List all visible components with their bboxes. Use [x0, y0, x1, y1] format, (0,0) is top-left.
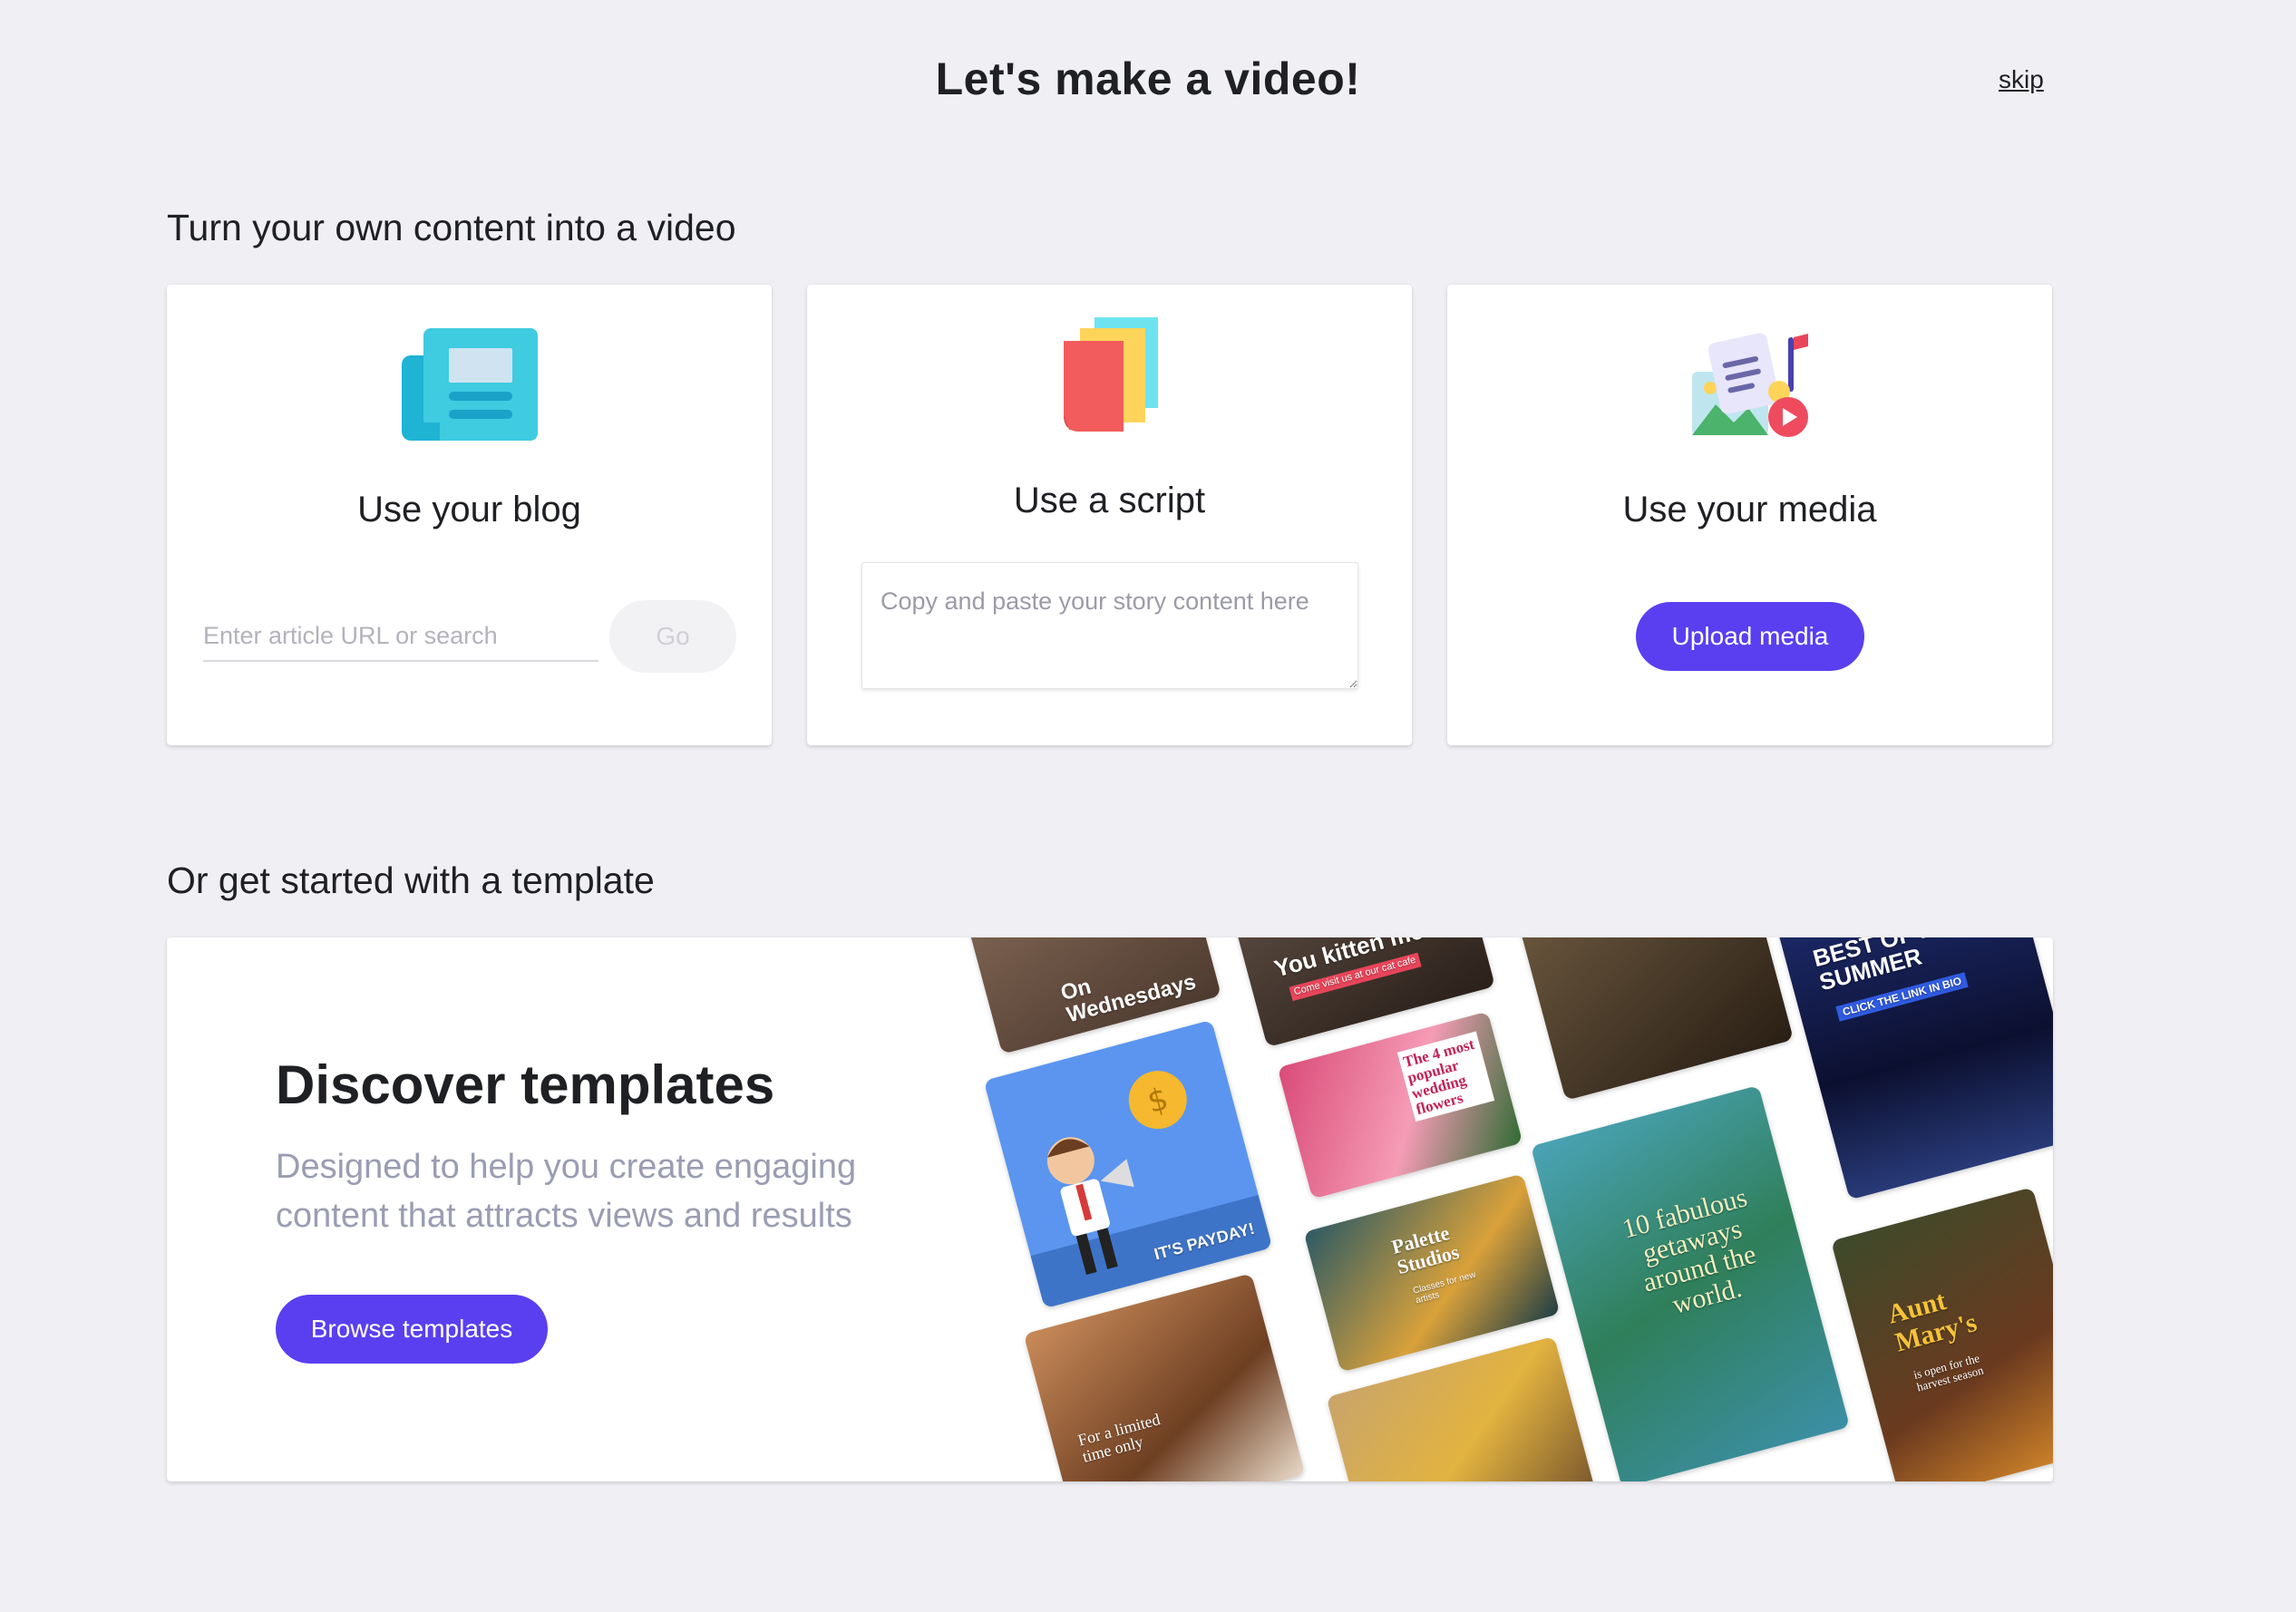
template-tile-summer[interactable]: BEST OF FOR SUMMER CLICK THE LINK IN BIO: [1775, 937, 2053, 1200]
go-button[interactable]: Go: [609, 600, 736, 673]
tile-subtext-aunt-marys: is open for the harvest season: [1912, 1351, 1985, 1394]
media-card: Use your media Upload media: [1447, 285, 2052, 745]
template-tile-palette[interactable]: Palette Studios Classes for new artists: [1303, 1173, 1561, 1373]
upload-media-button[interactable]: Upload media: [1636, 602, 1864, 671]
media-collage-icon: [1691, 333, 1808, 437]
template-tile-dance[interactable]: [1513, 937, 1795, 1101]
blog-card-title: Use your blog: [357, 490, 581, 529]
skip-link[interactable]: skip: [1999, 65, 2044, 94]
template-collage: On Wednesdays $ IT'S PAYDAY! For a limit…: [947, 937, 2053, 1481]
template-banner[interactable]: Discover templates Designed to help you …: [167, 937, 2053, 1481]
browse-templates-button[interactable]: Browse templates: [276, 1295, 548, 1364]
tile-text-limited: For a limited time only: [1075, 1410, 1163, 1466]
tile-text-flowers: The 4 most popular wedding flowers: [1396, 1031, 1495, 1122]
template-collage-grid: On Wednesdays $ IT'S PAYDAY! For a limit…: [947, 937, 2053, 1481]
url-input-wrapper: [203, 611, 598, 662]
banner-subtitle: Designed to help you create engaging con…: [276, 1148, 857, 1235]
tile-text-palette: Palette Studios: [1388, 1221, 1462, 1279]
template-tile-payday[interactable]: $ IT'S PAYDAY!: [983, 1019, 1273, 1309]
media-card-title: Use your media: [1622, 490, 1877, 529]
page-title: Let's make a video!: [935, 53, 1361, 104]
template-tile-aunt-marys[interactable]: Aunt Mary's is open for the harvest seas…: [1831, 1187, 2053, 1481]
template-tile-limited[interactable]: For a limited time only: [1023, 1273, 1306, 1481]
template-section-title: Or get started with a template: [167, 859, 655, 901]
tile-text-wednesdays: On Wednesdays: [1057, 969, 1199, 1028]
script-textarea[interactable]: [861, 562, 1358, 689]
stacked-pages-icon: [1063, 317, 1158, 432]
blog-card: Use your blog Go: [167, 285, 772, 745]
script-card-title: Use a script: [1013, 481, 1206, 520]
template-tile-flowers[interactable]: The 4 most popular wedding flowers: [1277, 1011, 1523, 1199]
article-url-input[interactable]: [203, 611, 598, 660]
tile-subtext-palette: Classes for new artists: [1412, 1269, 1477, 1306]
newspaper-icon: [401, 328, 538, 441]
template-tile-getaways[interactable]: 10 fabulous getaways around the world.: [1530, 1084, 1851, 1481]
tile-text-getaways: 10 fabulous getaways around the world.: [1619, 1182, 1760, 1320]
banner-heading: Discover templates: [276, 1054, 775, 1115]
page: Let's make a video! skip Turn your own c…: [0, 0, 2296, 1612]
script-card: Use a script: [807, 285, 1412, 745]
tile-text-aunt-marys: Aunt Mary's: [1884, 1285, 1980, 1358]
own-content-section-title: Turn your own content into a video: [167, 207, 736, 248]
businessman-illustration: $: [1030, 1071, 1273, 1309]
